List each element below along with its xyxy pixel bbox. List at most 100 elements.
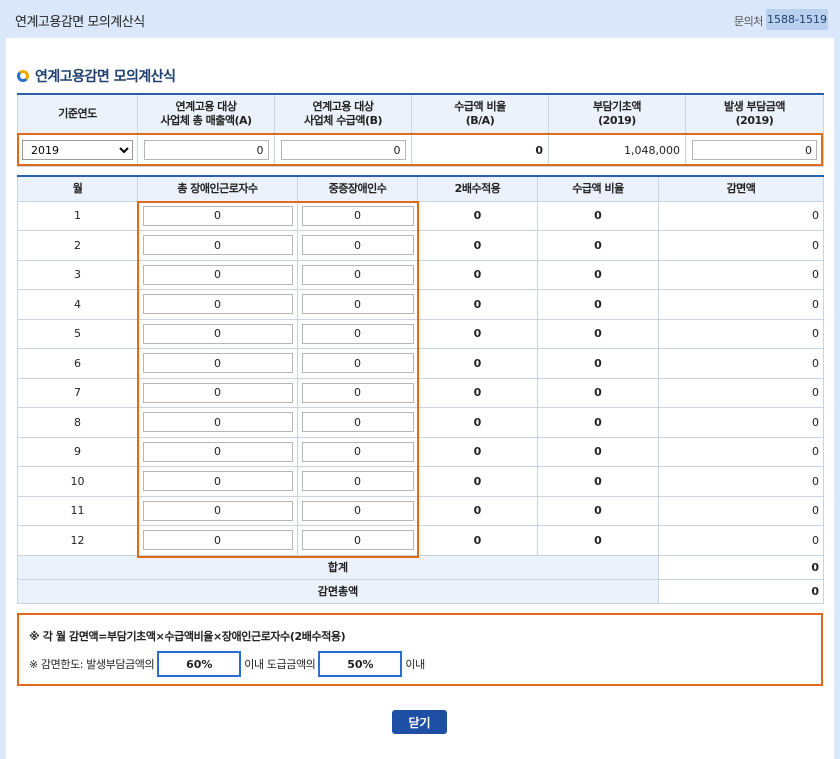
table-row: 8000 xyxy=(17,407,824,438)
contact-number: 1588-1519 xyxy=(766,9,828,30)
limit-pct-levy-input[interactable] xyxy=(157,651,242,677)
workers-input[interactable] xyxy=(142,530,293,551)
double-cell: 0 xyxy=(417,200,538,231)
double-cell: 0 xyxy=(417,466,538,497)
double-cell: 0 xyxy=(417,289,538,320)
severe-cell xyxy=(297,495,418,526)
workers-input[interactable] xyxy=(142,205,293,226)
header-receipt-ratio: 수급액 비율 (B/A) xyxy=(411,93,549,135)
ratio-cell: 0 xyxy=(537,289,659,320)
close-button[interactable]: 닫기 xyxy=(392,710,447,734)
total-sales-cell xyxy=(137,133,275,167)
month-cell: 3 xyxy=(17,259,138,290)
month-cell: 5 xyxy=(17,318,138,349)
workers-cell xyxy=(137,495,298,526)
table-row: 6000 xyxy=(17,348,824,379)
workers-input[interactable] xyxy=(142,264,293,285)
severe-cell xyxy=(297,318,418,349)
workers-input[interactable] xyxy=(142,294,293,315)
table-row: 1000 xyxy=(17,200,824,231)
month-cell: 6 xyxy=(17,348,138,379)
workers-input[interactable] xyxy=(142,500,293,521)
double-cell: 0 xyxy=(417,259,538,290)
table-row: 3000 xyxy=(17,259,824,290)
ratio-cell: 0 xyxy=(537,495,659,526)
limit-suffix: 이내 xyxy=(405,658,425,671)
double-cell: 0 xyxy=(417,407,538,438)
reduction-cell: 0 xyxy=(658,318,824,349)
workers-input[interactable] xyxy=(142,323,293,344)
month-cell: 4 xyxy=(17,289,138,320)
header-levy-amount: 발생 부담금액 (2019) xyxy=(685,93,824,135)
summary-table: 기준연도 연계고용 대상 사업체 총 매출액(A) 연계고용 대상 사업체 수급액(… xyxy=(17,93,824,167)
contact-label: 문의처 xyxy=(734,15,763,28)
table-row: 10 0 0 0 xyxy=(17,466,824,497)
severe-cell xyxy=(297,259,418,290)
severe-input[interactable] xyxy=(301,235,414,256)
workers-input[interactable] xyxy=(142,441,293,462)
year-cell: 2019 xyxy=(17,133,138,167)
severe-input[interactable] xyxy=(301,441,414,462)
table-row: 9000 xyxy=(17,436,824,467)
severe-input[interactable] xyxy=(301,471,414,492)
severe-input[interactable] xyxy=(301,294,414,315)
severe-input[interactable] xyxy=(301,530,414,551)
workers-input[interactable] xyxy=(142,471,293,492)
workers-input[interactable] xyxy=(142,382,293,403)
double-cell: 0 xyxy=(417,377,538,408)
severe-input[interactable] xyxy=(301,264,414,285)
levy-amount-input[interactable] xyxy=(692,140,817,160)
workers-cell xyxy=(137,289,298,320)
reduction-cell: 0 xyxy=(658,289,824,320)
limit-note: ※ 감면한도: 발생부담금액의 이내 도급금액의 이내 xyxy=(29,651,425,677)
limit-pct-contract-input[interactable] xyxy=(318,651,403,677)
month-cell: 2 xyxy=(17,230,138,261)
workers-cell xyxy=(137,200,298,231)
table-row: 4000 xyxy=(17,289,824,320)
workers-input[interactable] xyxy=(142,353,293,374)
double-cell: 0 xyxy=(417,495,538,526)
severe-input[interactable] xyxy=(301,323,414,344)
severe-cell xyxy=(297,348,418,379)
month-cell: 10 xyxy=(17,466,138,497)
severe-input[interactable] xyxy=(301,382,414,403)
severe-input[interactable] xyxy=(301,205,414,226)
severe-cell xyxy=(297,200,418,231)
severe-input[interactable] xyxy=(301,500,414,521)
reduction-cell: 0 xyxy=(658,230,824,261)
ratio-cell: 0 xyxy=(537,318,659,349)
formula-note: ※ 각 월 감면액=부담기초액×수급액비율×장애인근로자수(2배수적용) xyxy=(29,630,346,643)
month-cell: 9 xyxy=(17,436,138,467)
reduction-cell: 0 xyxy=(658,525,824,556)
sum-value: 0 xyxy=(658,554,824,580)
header-receipt-amount: 연계고용 대상 사업체 수급액(B) xyxy=(274,93,412,135)
workers-cell xyxy=(137,377,298,408)
base-amount-value: 1,048,000 xyxy=(548,133,686,167)
ratio-value: 0 xyxy=(411,133,549,167)
header-base-levy: 부담기초액 (2019) xyxy=(548,93,686,135)
receipt-amount-input[interactable] xyxy=(280,140,406,160)
workers-cell xyxy=(137,259,298,290)
workers-input[interactable] xyxy=(142,235,293,256)
month-cell: 7 xyxy=(17,377,138,408)
workers-cell xyxy=(137,407,298,438)
header-double: 2배수적용 xyxy=(417,175,538,202)
total-sales-input[interactable] xyxy=(143,140,269,160)
header-month: 월 xyxy=(17,175,138,202)
workers-cell xyxy=(137,348,298,379)
ratio-cell: 0 xyxy=(537,466,659,497)
monthly-table: 월 총 장애인근로자수 중증장애인수 2배수적용 수급액 비율 감면액 1000… xyxy=(17,175,824,604)
severe-input[interactable] xyxy=(301,353,414,374)
reduction-cell: 0 xyxy=(658,407,824,438)
severe-cell xyxy=(297,466,418,497)
month-cell: 12 xyxy=(17,525,138,556)
sum-label: 합계 xyxy=(17,554,659,580)
severe-input[interactable] xyxy=(301,412,414,433)
double-cell: 0 xyxy=(417,525,538,556)
ring-bullet-icon xyxy=(17,70,29,82)
workers-input[interactable] xyxy=(142,412,293,433)
total-label: 감면총액 xyxy=(17,578,659,604)
double-cell: 0 xyxy=(417,436,538,467)
year-select[interactable]: 2019 xyxy=(22,140,133,160)
severe-cell xyxy=(297,407,418,438)
